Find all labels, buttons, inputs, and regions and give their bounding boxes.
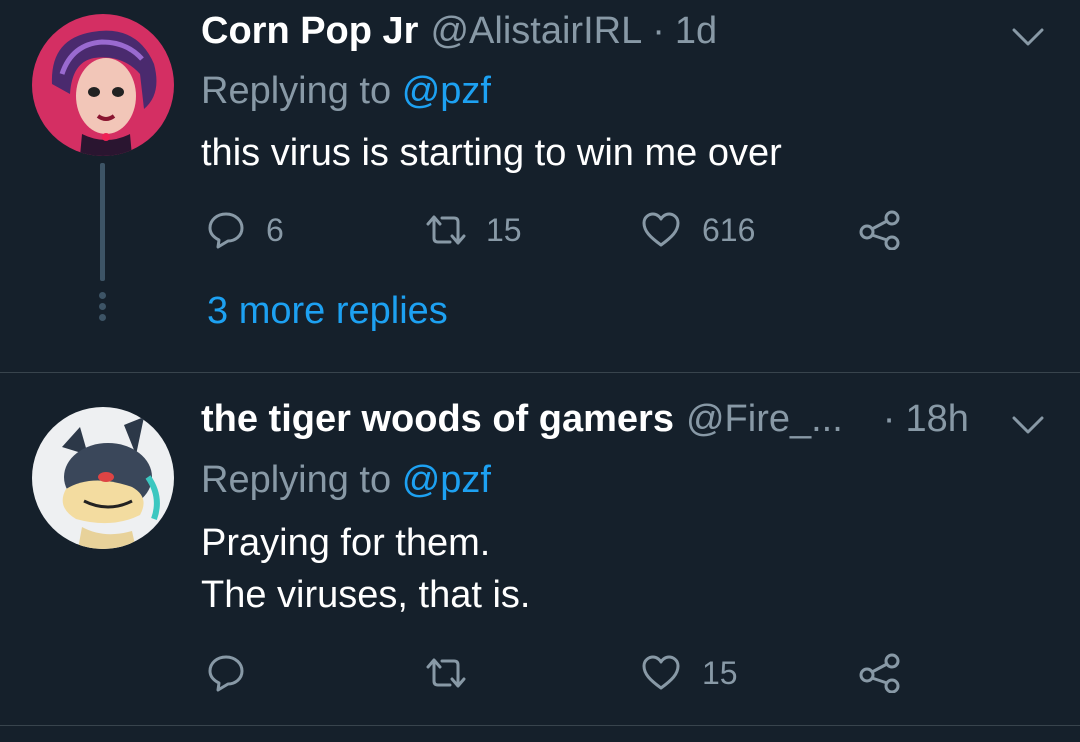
share-button[interactable]	[858, 653, 902, 693]
mention-link[interactable]: @pzf	[402, 459, 491, 501]
avatar-image	[32, 14, 174, 156]
mention-link[interactable]: @pzf	[402, 70, 491, 112]
chevron-down-icon[interactable]	[1008, 410, 1048, 440]
reply-icon	[208, 655, 244, 692]
thread-dots	[96, 292, 108, 325]
replying-prefix: Replying to	[201, 70, 392, 112]
tweet[interactable]: Corn Pop Jr @AlistairIRL · 1d Replying t…	[0, 0, 1080, 372]
reply-icon	[208, 212, 244, 249]
retweet-button[interactable]	[424, 653, 468, 693]
separator: ·	[882, 398, 896, 440]
retweet-icon	[426, 658, 466, 688]
user-handle[interactable]: @AlistairIRL	[430, 10, 642, 53]
share-icon	[859, 653, 900, 693]
chevron-down-icon[interactable]	[1008, 22, 1048, 52]
timestamp[interactable]: 18h	[905, 398, 968, 441]
more-replies-link[interactable]: 3 more replies	[207, 290, 448, 333]
retweet-count: 15	[486, 211, 522, 248]
tweet-text-line: The viruses, that is.	[201, 574, 531, 616]
replying-to: Replying to @pzf	[201, 70, 491, 113]
tweet-header: Corn Pop Jr @AlistairIRL · 1d	[201, 10, 717, 60]
like-count: 15	[702, 654, 738, 691]
retweet-button[interactable]: 15	[424, 210, 522, 250]
tweet-text: this virus is starting to win me over	[201, 127, 782, 179]
like-icon	[642, 655, 680, 690]
tweet-text-line: Praying for them.	[201, 522, 491, 564]
replying-prefix: Replying to	[201, 459, 392, 501]
reply-button[interactable]: 6	[206, 210, 284, 250]
replying-to: Replying to @pzf	[201, 459, 491, 502]
tweet-header: the tiger woods of gamers @Fire_... · 18…	[201, 398, 969, 448]
like-icon	[642, 212, 680, 247]
like-count: 616	[702, 211, 756, 248]
tweet[interactable]: the tiger woods of gamers @Fire_... · 18…	[0, 373, 1080, 725]
timestamp[interactable]: 1d	[675, 10, 717, 53]
display-name[interactable]: Corn Pop Jr	[201, 10, 418, 53]
thread-line	[100, 163, 105, 281]
display-name[interactable]: the tiger woods of gamers	[201, 398, 674, 441]
like-button[interactable]: 616	[640, 210, 755, 250]
separator: ·	[652, 10, 665, 52]
tweet-text-line: this virus is starting to win me over	[201, 132, 782, 174]
retweet-icon	[426, 215, 466, 245]
avatar-image	[32, 407, 174, 549]
avatar[interactable]	[32, 407, 174, 549]
user-handle[interactable]: @Fire_...	[686, 398, 843, 441]
avatar[interactable]	[32, 14, 174, 156]
divider	[0, 725, 1080, 726]
share-icon	[859, 210, 900, 250]
share-button[interactable]	[858, 210, 902, 250]
reply-count: 6	[266, 211, 284, 248]
reply-button[interactable]	[206, 653, 246, 693]
like-button[interactable]: 15	[640, 653, 738, 693]
tweet-text: Praying for them. The viruses, that is.	[201, 517, 530, 621]
